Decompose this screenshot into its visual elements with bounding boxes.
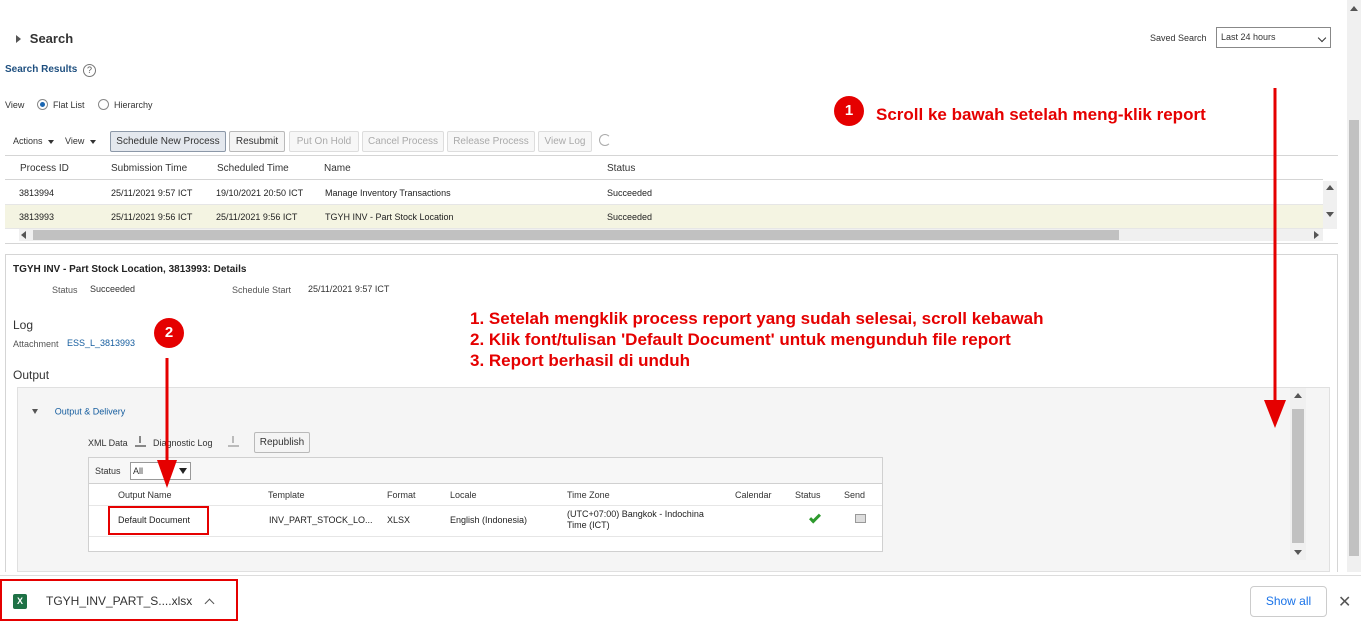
col-name[interactable]: Name	[324, 163, 351, 174]
output-delivery-toggle[interactable]: Output & Delivery	[32, 406, 125, 417]
template-value: INV_PART_STOCK_LO...	[269, 515, 373, 525]
caret-down-icon	[89, 140, 96, 144]
scroll-down-icon[interactable]	[1294, 550, 1302, 555]
scroll-thumb[interactable]	[1349, 120, 1359, 556]
details-status-value: Succeeded	[90, 284, 136, 294]
table-header: Process ID Submission Time Scheduled Tim…	[5, 156, 1323, 180]
hierarchy-radio[interactable]	[98, 99, 109, 110]
release-process-button[interactable]: Release Process	[447, 131, 535, 152]
status-filter-select[interactable]: All	[130, 462, 191, 480]
show-all-button[interactable]: Show all	[1250, 586, 1327, 617]
republish-button[interactable]: Republish	[254, 432, 310, 453]
details-status-label: Status	[52, 285, 78, 295]
col-status[interactable]: Status	[795, 490, 821, 500]
timezone-value-line2: Time (ICT)	[567, 520, 610, 530]
triangle-down-icon	[32, 408, 38, 414]
question-circle-icon[interactable]: ?	[83, 64, 96, 77]
scroll-thumb[interactable]	[33, 230, 1119, 240]
diagnostic-log-label: Diagnostic Log	[153, 438, 213, 448]
schedule-new-process-button[interactable]: Schedule New Process	[110, 131, 226, 152]
table-vertical-scrollbar[interactable]	[1323, 181, 1337, 229]
horizontal-scrollbar[interactable]	[19, 229, 1323, 241]
scroll-down-icon[interactable]	[1326, 212, 1334, 217]
col-send[interactable]: Send	[844, 490, 865, 500]
search-toggle[interactable]: Search	[16, 31, 73, 47]
resubmit-button[interactable]: Resubmit	[229, 131, 285, 152]
view-label: View	[5, 100, 25, 110]
annotation-steps: 1. Setelah mengklik process report yang …	[470, 309, 1044, 370]
col-process-id[interactable]: Process ID	[20, 163, 69, 174]
cancel-process-button[interactable]: Cancel Process	[362, 131, 444, 152]
caret-down-icon	[48, 140, 55, 144]
download-disabled-icon[interactable]	[228, 436, 239, 447]
timezone-value-line1: (UTC+07:00) Bangkok - Indochina	[567, 509, 704, 519]
xml-data-label: XML Data	[88, 438, 128, 448]
download-icon[interactable]	[135, 436, 146, 447]
annotation-note-1: Scroll ke bawah setelah meng-klik report	[876, 105, 1206, 124]
scroll-up-icon[interactable]	[1350, 6, 1358, 11]
scroll-left-icon[interactable]	[21, 231, 26, 239]
view-log-button[interactable]: View Log	[538, 131, 592, 152]
close-icon[interactable]: ✕	[1338, 592, 1351, 612]
actions-menu[interactable]: Actions	[13, 136, 55, 146]
attachment-label: Attachment	[13, 339, 59, 349]
attachment-link[interactable]: ESS_L_3813993	[67, 338, 135, 348]
scroll-up-icon[interactable]	[1294, 393, 1302, 398]
saved-search-label: Saved Search	[1150, 33, 1207, 43]
search-title: Search	[29, 31, 74, 46]
table-row[interactable]: 3813994 25/11/2021 9:57 ICT 19/10/2021 2…	[5, 181, 1323, 205]
output-vertical-scrollbar[interactable]	[1290, 388, 1306, 560]
put-on-hold-button[interactable]: Put On Hold	[289, 131, 359, 152]
locale-value: English (Indonesia)	[450, 515, 528, 525]
col-scheduled-time[interactable]: Scheduled Time	[217, 163, 289, 174]
col-calendar[interactable]: Calendar	[735, 490, 772, 500]
col-format[interactable]: Format	[387, 490, 416, 500]
format-value: XLSX	[387, 515, 411, 525]
output-table-toolbar	[89, 458, 882, 484]
scroll-up-icon[interactable]	[1326, 185, 1334, 190]
annotation-marker-1: 1	[834, 96, 864, 126]
annotation-marker-2: 2	[154, 318, 184, 348]
output-title: Output	[13, 368, 50, 382]
triangle-right-icon	[16, 34, 21, 43]
search-results-title: Search Results	[5, 64, 78, 75]
col-status[interactable]: Status	[607, 163, 635, 174]
schedule-start-value: 25/11/2021 9:57 ICT	[308, 284, 390, 294]
details-title: TGYH INV - Part Stock Location, 3813993:…	[13, 264, 247, 275]
flat-list-label: Flat List	[53, 100, 85, 110]
flat-list-radio[interactable]	[37, 99, 48, 110]
saved-search-select[interactable]: Last 24 hours	[1216, 27, 1331, 48]
table-row-selected[interactable]: 3813993 25/11/2021 9:56 ICT 25/11/2021 9…	[5, 205, 1323, 229]
excel-file-icon: X	[13, 594, 27, 609]
scroll-thumb[interactable]	[1292, 409, 1304, 543]
highlight-box-default-document	[108, 506, 209, 535]
schedule-start-label: Schedule Start	[232, 285, 292, 295]
status-filter-label: Status	[95, 466, 121, 476]
caret-down-icon	[179, 468, 187, 474]
log-title: Log	[13, 318, 34, 332]
col-submission-time[interactable]: Submission Time	[111, 163, 187, 174]
col-template[interactable]: Template	[268, 490, 305, 500]
view-menu[interactable]: View	[65, 136, 96, 146]
send-icon[interactable]	[855, 514, 866, 523]
status-link[interactable]: Succeeded	[607, 212, 652, 222]
download-file-name[interactable]: TGYH_INV_PART_S....xlsx	[46, 594, 192, 608]
process-table: Process ID Submission Time Scheduled Tim…	[5, 155, 1338, 244]
hierarchy-label: Hierarchy	[114, 100, 153, 110]
scroll-right-icon[interactable]	[1314, 231, 1319, 239]
col-time-zone[interactable]: Time Zone	[567, 490, 610, 500]
page-vertical-scrollbar[interactable]	[1347, 0, 1361, 572]
col-locale[interactable]: Locale	[450, 490, 477, 500]
chevron-down-icon	[1317, 33, 1327, 43]
refresh-icon[interactable]	[599, 134, 611, 146]
col-output-name[interactable]: Output Name	[118, 490, 172, 500]
status-link[interactable]: Succeeded	[607, 188, 652, 198]
